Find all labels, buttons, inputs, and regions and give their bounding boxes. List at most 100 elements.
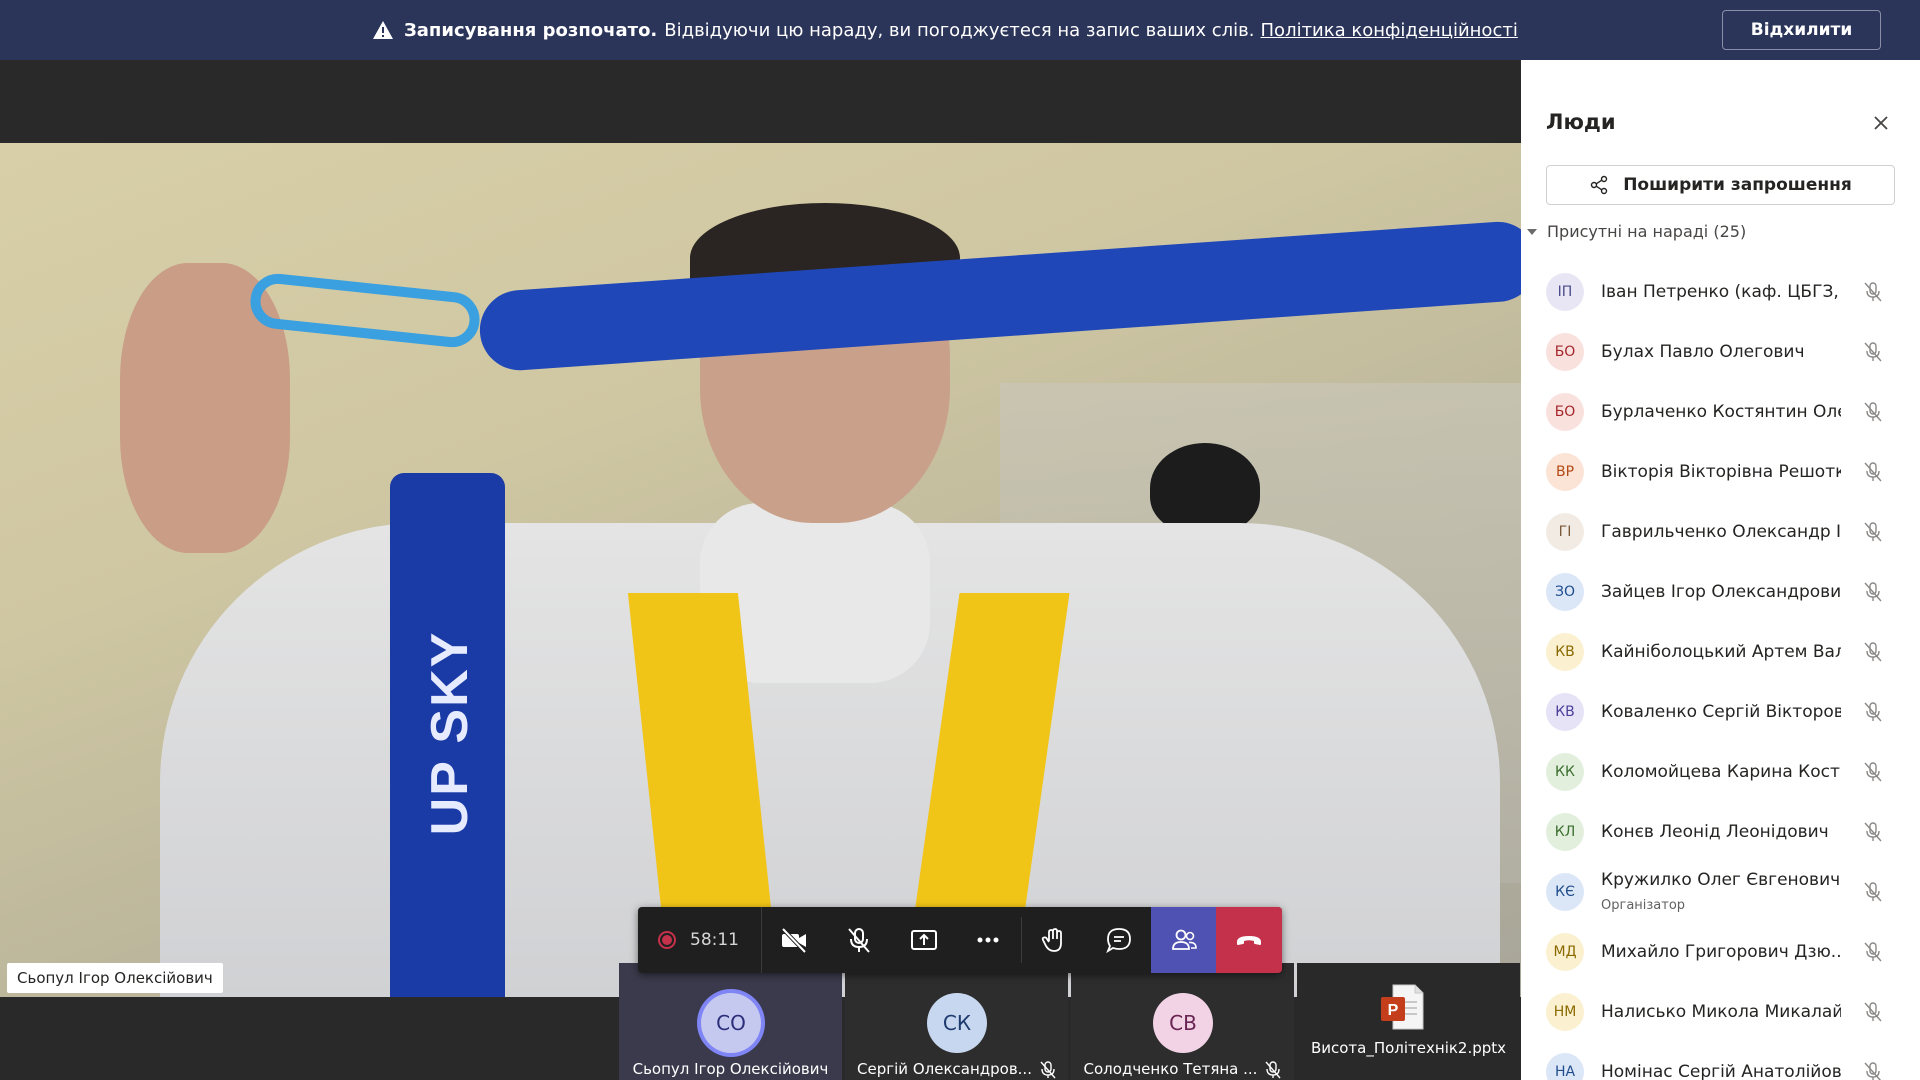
avatar: КЛ [1546, 813, 1584, 851]
attendees-section-header[interactable]: Присутні на нараді (25) [1527, 222, 1746, 241]
mic-off-icon [1864, 1002, 1882, 1022]
participant-name: Бурлаченко Костянтин Оле... [1601, 402, 1841, 422]
warning-icon [373, 21, 393, 39]
share-invite-button[interactable]: Поширити запрошення [1546, 165, 1895, 205]
participant-name: Номінас Сергій Анатолійов... [1601, 1062, 1841, 1080]
participant-tile[interactable]: СК Сергій Олександров... [845, 963, 1068, 1080]
panel-title: Люди [1546, 110, 1616, 134]
avatar: КК [1546, 753, 1584, 791]
participant-row[interactable]: НМ Налисько Микола Микалай... [1521, 982, 1920, 1042]
close-icon[interactable] [1869, 111, 1893, 135]
people-icon [1171, 929, 1197, 950]
mic-off-icon [1864, 522, 1882, 542]
svg-text:P: P [1388, 1002, 1399, 1019]
participant-name: Налисько Микола Микалай... [1601, 1002, 1841, 1022]
more-icon [977, 937, 999, 943]
participant-tile-name-text: Солодченко Тетяна ... [1083, 1060, 1258, 1078]
shared-file-name: Висота_Політехнік2.pptx [1310, 1039, 1507, 1057]
participant-row[interactable]: ЗО Зайцев Ігор Олександрович [1521, 562, 1920, 622]
mic-off-icon [848, 928, 870, 953]
participant-row[interactable]: КЄ Кружилко Олег Євгенович Організатор [1521, 862, 1920, 922]
call-toolbar: 58:11 [638, 907, 1283, 973]
shared-file-tile[interactable]: P Висота_Політехнік2.pptx [1297, 963, 1520, 1080]
chevron-down-icon [1527, 228, 1537, 235]
record-icon [658, 931, 676, 949]
mic-off-icon [1864, 762, 1882, 782]
shock-absorber-pouch: UP SKY [390, 473, 505, 997]
participant-row[interactable]: КЛ Конєв Леонід Леонідович [1521, 802, 1920, 862]
participant-tile-name-text: Сергій Олександров... [857, 1060, 1032, 1078]
avatar: БО [1546, 333, 1584, 371]
chat-button[interactable] [1087, 907, 1152, 973]
mic-off-icon [1265, 1060, 1281, 1078]
avatar: КВ [1546, 693, 1584, 731]
mic-off-icon [1864, 882, 1882, 902]
participant-name: Кайніболоцький Артем Вал... [1601, 642, 1841, 662]
strap-brand-text: UP SKY [421, 630, 479, 836]
participant-row[interactable]: НА Номінас Сергій Анатолійов... [1521, 1042, 1920, 1080]
participant-tile[interactable]: СВ Солодченко Тетяна ... [1071, 963, 1294, 1080]
participant-row[interactable]: КК Коломойцева Карина Кост... [1521, 742, 1920, 802]
mic-off-icon [1864, 942, 1882, 962]
avatar: КВ [1546, 633, 1584, 671]
avatar: НА [1546, 1053, 1584, 1080]
participant-row[interactable]: КВ Кайніболоцький Артем Вал... [1521, 622, 1920, 682]
mic-off-icon [1040, 1060, 1056, 1078]
participant-row[interactable]: МД Михайло Григорович Дзю... [1521, 922, 1920, 982]
raise-hand-button[interactable] [1022, 907, 1087, 973]
hang-up-icon [1237, 936, 1262, 945]
background-helmet [1150, 443, 1260, 533]
participant-row[interactable]: КВ Коваленко Сергій Вікторов... [1521, 682, 1920, 742]
people-panel: Люди Поширити запрошення Присутні на нар… [1521, 60, 1920, 1080]
participant-tile-name-text: Сьопул Ігор Олексійович [632, 1060, 829, 1078]
dismiss-button[interactable]: Відхилити [1722, 10, 1881, 50]
participant-name: Булах Павло Олегович [1601, 342, 1805, 362]
participant-tile-name: Солодченко Тетяна ... [1071, 1060, 1294, 1079]
privacy-policy-link[interactable]: Політика конфіденційності [1261, 20, 1518, 41]
camera-toggle-button[interactable] [762, 907, 827, 973]
participant-name: Іван Петренко (каф. ЦБГЗ, ... [1601, 282, 1841, 302]
participant-name: Гаврильченко Олександр І... [1601, 522, 1841, 542]
mic-off-icon [1864, 1062, 1882, 1080]
call-timer: 58:11 [690, 930, 739, 950]
teams-meeting-window: Записування розпочато. Відвідуючи цю нар… [0, 0, 1920, 1080]
hang-up-button[interactable] [1216, 907, 1283, 973]
participant-name: Михайло Григорович Дзю... [1601, 942, 1841, 962]
avatar: ВР [1546, 453, 1584, 491]
participant-row[interactable]: БО Бурлаченко Костянтин Оле... [1521, 382, 1920, 442]
participant-row[interactable]: ВР Вікторія Вікторівна Решотка [1521, 442, 1920, 502]
mic-off-icon [1864, 642, 1882, 662]
mic-off-icon [1864, 822, 1882, 842]
participant-row[interactable]: ІП Іван Петренко (каф. ЦБГЗ, ... [1521, 262, 1920, 322]
participant-role: Організатор [1601, 898, 1686, 913]
mic-off-icon [1864, 342, 1882, 362]
participant-name: Коломойцева Карина Кост... [1601, 762, 1841, 782]
participant-row[interactable]: ГІ Гаврильченко Олександр І... [1521, 502, 1920, 562]
powerpoint-icon: P [1381, 984, 1424, 1030]
recording-message: Записування розпочато. Відвідуючи цю нар… [372, 0, 1518, 60]
participant-row[interactable]: БО Булах Павло Олегович [1521, 322, 1920, 382]
share-screen-button[interactable] [891, 907, 956, 973]
more-actions-button[interactable] [956, 907, 1021, 973]
avatar: КЄ [1546, 873, 1584, 911]
mic-off-icon [1864, 402, 1882, 422]
mic-toggle-button[interactable] [826, 907, 891, 973]
participant-tile-name: Сьопул Ігор Олексійович [619, 1060, 842, 1078]
avatar: СК [927, 993, 987, 1053]
share-icon [1591, 175, 1608, 195]
chat-icon [1106, 928, 1131, 954]
speaker-video: UP SKY [0, 143, 1521, 997]
participants-button[interactable] [1151, 907, 1217, 973]
participant-tile-name: Сергій Олександров... [845, 1060, 1068, 1079]
camera-off-icon [781, 927, 807, 954]
avatar: БО [1546, 393, 1584, 431]
blue-lanyard [477, 219, 1521, 373]
avatar: МД [1546, 933, 1584, 971]
participant-tile[interactable]: СО Сьопул Ігор Олексійович [619, 963, 842, 1080]
mic-off-icon [1864, 282, 1882, 302]
recording-started-label: Записування розпочато. [404, 19, 658, 41]
raise-hand-icon [1042, 928, 1063, 952]
participant-name: Зайцев Ігор Олександрович [1601, 582, 1841, 602]
avatar: ЗО [1546, 573, 1584, 611]
participant-name: Вікторія Вікторівна Решотка [1601, 462, 1841, 482]
